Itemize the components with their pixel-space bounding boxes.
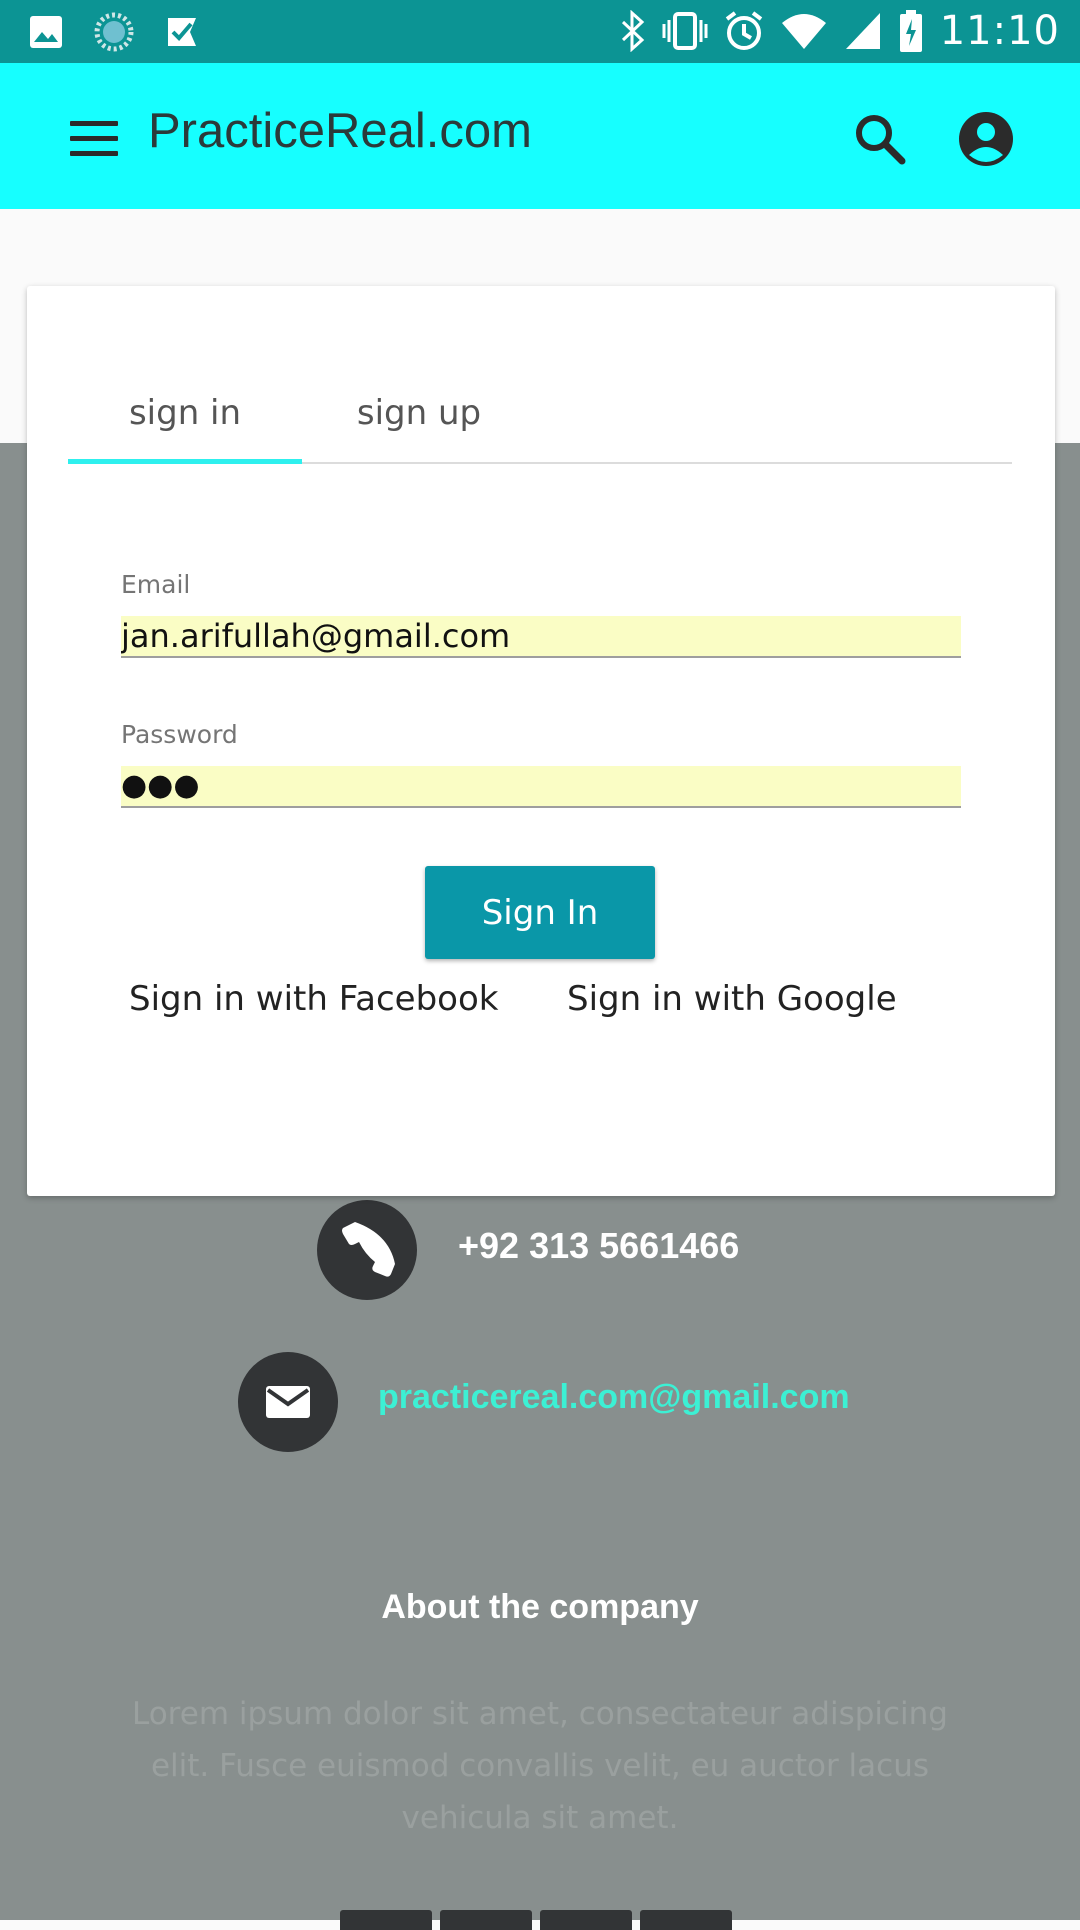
app-bar: PracticeReal.com: [0, 63, 1080, 209]
app-title: PracticeReal.com: [148, 104, 532, 158]
wifi-icon: [781, 14, 826, 49]
tab-sign-up[interactable]: sign up: [302, 366, 536, 460]
about-body: Lorem ipsum dolor sit amet, consectateur…: [131, 1696, 948, 1836]
task-notification-icon: [168, 18, 196, 46]
status-bar-system: 11:10: [620, 8, 1060, 54]
email-field[interactable]: [121, 616, 961, 658]
loading-notification-icon: [94, 12, 134, 52]
auth-tabs: sign in sign up: [68, 366, 1012, 464]
email-label: Email: [121, 570, 191, 599]
auth-card: sign in sign up Email Password ●●● Sign …: [27, 286, 1055, 1196]
social-button[interactable]: [540, 1910, 632, 1930]
social-button[interactable]: [340, 1910, 432, 1930]
bluetooth-icon: [621, 10, 644, 52]
phone-number: +92 313 5661466: [458, 1225, 740, 1266]
google-sign-in-link[interactable]: Sign in with Google: [567, 979, 897, 1019]
social-buttons: [340, 1910, 732, 1930]
password-field[interactable]: ●●●: [121, 766, 961, 808]
account-circle-icon: [959, 112, 1013, 166]
contact-email-link[interactable]: practicereal.com@gmail.com: [378, 1378, 850, 1417]
phone-badge: [317, 1200, 417, 1300]
social-button[interactable]: [440, 1910, 532, 1930]
menu-button[interactable]: [70, 121, 118, 157]
sign-in-button[interactable]: Sign In: [425, 866, 655, 959]
menu-icon: [70, 121, 118, 126]
facebook-sign-in-link[interactable]: Sign in with Facebook: [129, 979, 498, 1019]
image-notification-icon: [30, 16, 62, 48]
search-button[interactable]: [852, 111, 908, 167]
search-icon: [856, 115, 906, 165]
tab-indicator: [68, 459, 302, 464]
password-label: Password: [121, 720, 238, 749]
status-bar: 11:10: [0, 0, 1080, 63]
phone-icon: [342, 1222, 395, 1277]
status-bar-notifications: [28, 12, 200, 52]
account-button[interactable]: [958, 111, 1014, 167]
battery-icon: [899, 10, 922, 52]
clock: 11:10: [939, 8, 1060, 54]
tab-sign-in[interactable]: sign in: [68, 366, 302, 460]
social-button[interactable]: [640, 1910, 732, 1930]
about-title: About the company: [381, 1588, 699, 1626]
cell-signal-icon: [845, 13, 880, 49]
vibrate-icon: [662, 12, 708, 50]
envelope-icon: [266, 1386, 310, 1418]
alarm-icon: [725, 11, 762, 50]
email-badge: [238, 1352, 338, 1452]
